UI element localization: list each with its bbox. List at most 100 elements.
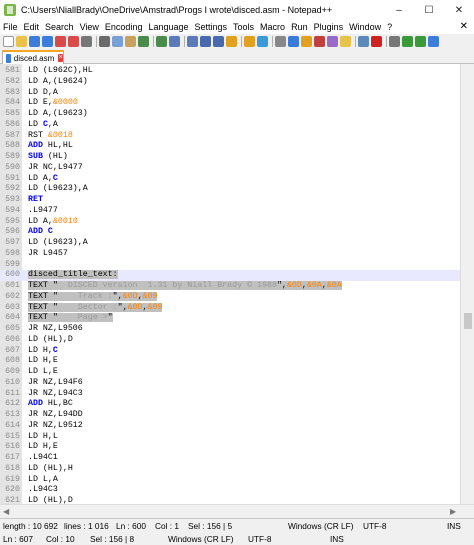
new-file-icon[interactable] <box>3 35 14 47</box>
maximize-button[interactable]: ☐ <box>414 0 444 20</box>
editor-area[interactable]: 581 LD (L962C),HL 582 LD A,(L9624) 583 LD D,A… <box>0 64 460 504</box>
replace-icon[interactable] <box>187 35 198 47</box>
code-line[interactable]: 617 .L94C1 <box>0 453 460 464</box>
code-line[interactable]: 612 ADD HL,BC <box>0 399 460 410</box>
code-line[interactable]: 592 LD (L9623),A <box>0 184 460 195</box>
func-list-icon[interactable] <box>327 35 338 47</box>
status-eol[interactable]: Windows (CR LF) <box>288 521 353 531</box>
menu-macro[interactable]: Macro <box>260 22 285 32</box>
tab-disced-asm[interactable]: disced.asm × <box>2 50 64 64</box>
code-line[interactable]: 604 TEXT " Page >" <box>0 313 460 324</box>
code-line[interactable]: 608 LD H,E <box>0 356 460 367</box>
scroll-left-icon[interactable]: ◀ <box>3 507 9 516</box>
code-line[interactable]: 591 LD A,C <box>0 174 460 185</box>
code-line[interactable]: 598 JR L9457 <box>0 249 460 260</box>
code-line[interactable]: 618 LD (HL),H <box>0 464 460 475</box>
code-line[interactable]: 597 LD (L9623),A <box>0 238 460 249</box>
code-line[interactable]: 588 ADD HL,HL <box>0 141 460 152</box>
code-line[interactable]: 582 LD A,(L9624) <box>0 77 460 88</box>
scroll-right-icon[interactable]: ▶ <box>450 507 456 516</box>
code-line[interactable]: 621 LD (HL),D <box>0 496 460 504</box>
play-multi-icon[interactable] <box>415 35 426 47</box>
zoom-in-icon[interactable] <box>200 35 211 47</box>
indent-guide-icon[interactable] <box>288 35 299 47</box>
code-line[interactable]: 609 LD L,E <box>0 367 460 378</box>
horizontal-scrollbar[interactable]: ◀ ▶ <box>0 504 474 518</box>
copy-icon[interactable] <box>112 35 123 47</box>
code-line[interactable]: 615 LD H,L <box>0 432 460 443</box>
all-chars-icon[interactable] <box>275 35 286 47</box>
monitor-icon[interactable] <box>358 35 369 47</box>
code-line[interactable]: 603 TEXT " Sector :",&0D,&09 <box>0 302 460 314</box>
menu-edit[interactable]: Edit <box>24 22 40 32</box>
vertical-scroll-thumb[interactable] <box>464 313 472 329</box>
code-line[interactable]: 593 RET <box>0 195 460 206</box>
sync-h-icon[interactable] <box>244 35 255 47</box>
code-line[interactable]: 586 LD C,A <box>0 120 460 131</box>
code-line[interactable]: 590 JR NC,L9477 <box>0 163 460 174</box>
open-file-icon[interactable] <box>16 35 27 47</box>
menu-plugins[interactable]: Plugins <box>314 22 344 32</box>
menu-settings[interactable]: Settings <box>195 22 228 32</box>
code-line[interactable]: 589 SUB (HL) <box>0 152 460 163</box>
close-document-icon[interactable]: ✕ <box>460 21 468 32</box>
find-icon[interactable] <box>169 35 180 47</box>
code-line[interactable]: 596 ADD C <box>0 227 460 238</box>
menu-encoding[interactable]: Encoding <box>105 22 143 32</box>
code-line[interactable]: 614 JR NZ,L9512 <box>0 421 460 432</box>
code-line[interactable]: 607 LD H,C <box>0 346 460 357</box>
redo-icon[interactable] <box>156 35 167 47</box>
menu-tools[interactable]: Tools <box>233 22 254 32</box>
doc-map-icon[interactable] <box>314 35 325 47</box>
close-all-icon[interactable] <box>68 35 79 47</box>
save-icon[interactable] <box>29 35 40 47</box>
record-icon[interactable] <box>371 35 382 47</box>
sync-v-icon[interactable] <box>226 35 237 47</box>
save-macro-icon[interactable] <box>428 35 439 47</box>
code-line[interactable]: 616 LD H,E <box>0 442 460 453</box>
undo-icon[interactable] <box>138 35 149 47</box>
code-line[interactable]: 584 LD E,&0000 <box>0 98 460 109</box>
close-icon[interactable] <box>55 35 66 47</box>
code-line[interactable]: 581 LD (L962C),HL <box>0 66 460 77</box>
code-line[interactable]: 594 .L9477 <box>0 206 460 217</box>
code-line[interactable]: 599 <box>0 260 460 271</box>
udl-icon[interactable] <box>301 35 312 47</box>
menu-language[interactable]: Language <box>148 22 188 32</box>
stop-icon[interactable] <box>389 35 400 47</box>
code-line[interactable]: 601 TEXT " DISCED version 1.31 by Niall B… <box>0 281 460 292</box>
code-line[interactable]: 605 JR NZ,L9506 <box>0 324 460 335</box>
code-line[interactable]: 606 LD (HL),D <box>0 335 460 346</box>
word-wrap-icon[interactable] <box>257 35 268 47</box>
code-line[interactable]: 587 RST &0018 <box>0 131 460 142</box>
status-encoding[interactable]: UTF-8 <box>363 521 387 531</box>
code-line[interactable]: 602 TEXT " Track :",&0D,&09 <box>0 291 460 303</box>
menu-search[interactable]: Search <box>45 22 74 32</box>
status-encoding-2[interactable]: UTF-8 <box>248 534 272 544</box>
cut-icon[interactable] <box>99 35 110 47</box>
menu-file[interactable]: File <box>3 22 18 32</box>
close-button[interactable]: ✕ <box>444 0 474 20</box>
menu-help[interactable]: ? <box>387 22 392 32</box>
vertical-scrollbar[interactable] <box>460 64 474 504</box>
menu-view[interactable]: View <box>80 22 99 32</box>
save-all-icon[interactable] <box>42 35 53 47</box>
code-line[interactable]: 611 JR NZ,L94C3 <box>0 389 460 400</box>
menu-run[interactable]: Run <box>291 22 308 32</box>
print-icon[interactable] <box>81 35 92 47</box>
code-line[interactable]: 600 disced_title_text: <box>0 270 460 281</box>
minimize-button[interactable]: – <box>384 0 414 20</box>
tab-close-icon[interactable]: × <box>58 54 63 62</box>
code-line[interactable]: 610 JR NZ,L94F6 <box>0 378 460 389</box>
menu-window[interactable]: Window <box>349 22 381 32</box>
code-line[interactable]: 613 JR NZ,L94DD <box>0 410 460 421</box>
code-line[interactable]: 620 .L94C3 <box>0 485 460 496</box>
zoom-out-icon[interactable] <box>213 35 224 47</box>
code-line[interactable]: 585 LD A,(L9623) <box>0 109 460 120</box>
code-line[interactable]: 595 LD A,&0010 <box>0 217 460 228</box>
paste-icon[interactable] <box>125 35 136 47</box>
code-line[interactable]: 583 LD D,A <box>0 88 460 99</box>
status-eol-2[interactable]: Windows (CR LF) <box>168 534 233 544</box>
play-icon[interactable] <box>402 35 413 47</box>
folder-icon[interactable] <box>340 35 351 47</box>
